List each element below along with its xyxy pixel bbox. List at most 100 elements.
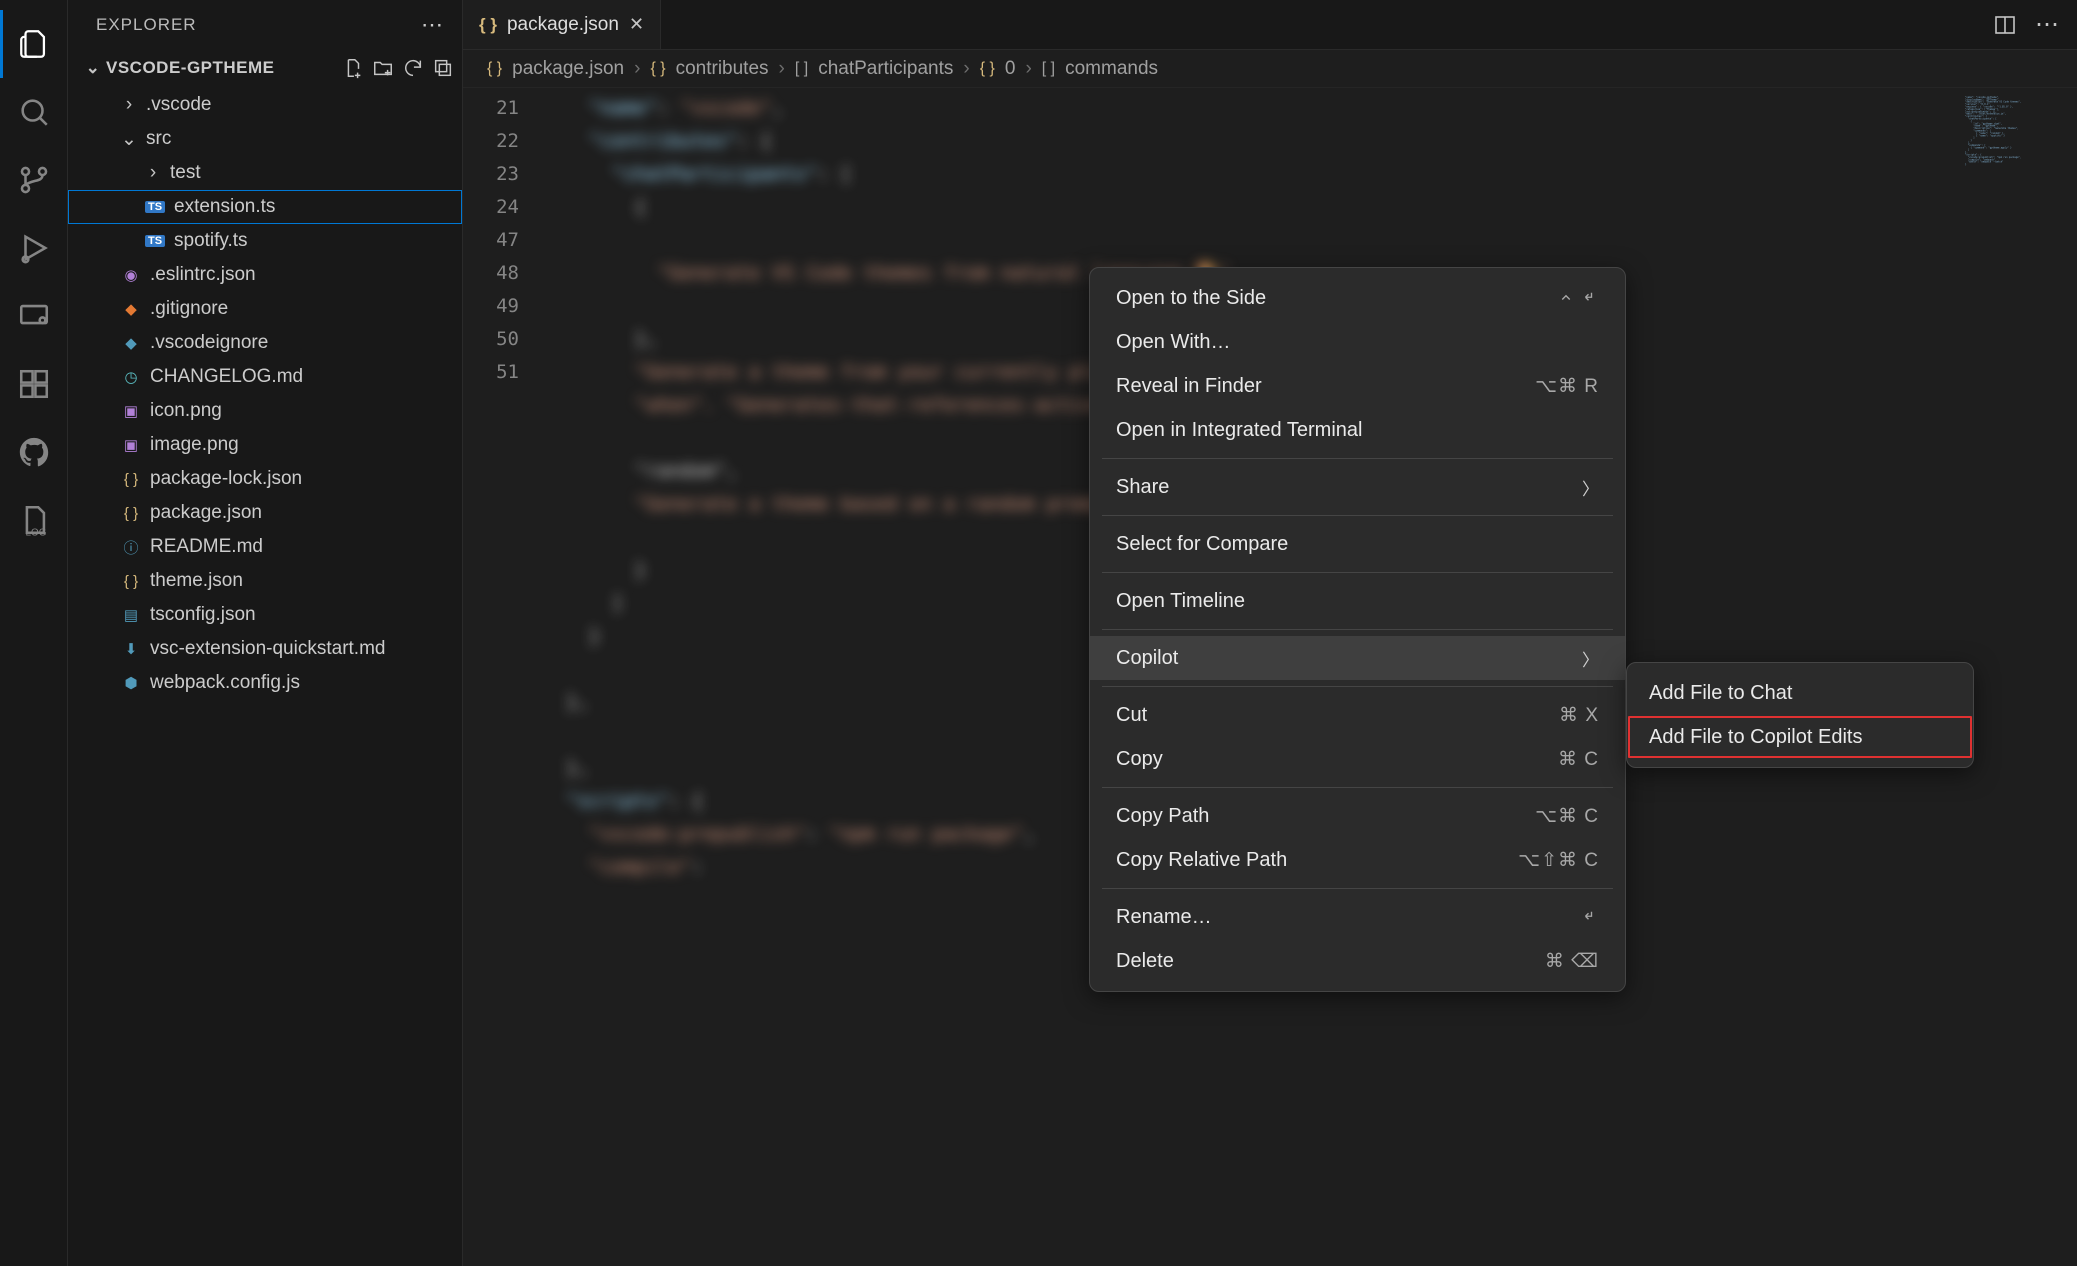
activity-scm[interactable] (0, 146, 68, 214)
ctx-cut[interactable]: Cut ⌘ X (1090, 693, 1625, 737)
ctx-open-side[interactable]: Open to the Side (1090, 276, 1625, 320)
ctx-copilot[interactable]: Copilot 〉 (1090, 636, 1625, 680)
tree-file-pkglock[interactable]: { } package-lock.json (68, 462, 462, 496)
tree-file-quickstart[interactable]: ⬇ vsc-extension-quickstart.md (68, 632, 462, 666)
github-icon (17, 435, 51, 469)
json-icon: { } (479, 15, 497, 35)
branch-icon (17, 163, 51, 197)
ctx-shortcut: ⌥⌘ C (1535, 805, 1599, 828)
ctx-label: Open in Integrated Terminal (1116, 419, 1362, 442)
sub-add-edits[interactable]: Add File to Copilot Edits (1627, 715, 1973, 759)
ctx-label: Open to the Side (1116, 287, 1266, 310)
ctx-timeline[interactable]: Open Timeline (1090, 579, 1625, 623)
tree-folder-test[interactable]: › test (68, 156, 462, 190)
context-menu: Open to the Side Open With… Reveal in Fi… (1089, 267, 1626, 992)
chevron-down-icon: ⌄ (84, 58, 102, 78)
tree-folder-vscode[interactable]: › .vscode (68, 88, 462, 122)
json-icon: { } (120, 471, 142, 488)
separator (1102, 515, 1613, 516)
tree-file-iconpng[interactable]: ▣ icon.png (68, 394, 462, 428)
ctx-rename[interactable]: Rename… (1090, 895, 1625, 939)
line-number: 48 (463, 257, 519, 290)
tree-file-changelog[interactable]: ◷ CHANGELOG.md (68, 360, 462, 394)
eslint-icon: ◉ (120, 266, 142, 284)
tree-label: .vscodeignore (150, 332, 268, 354)
return-icon (1581, 289, 1599, 307)
ctx-terminal[interactable]: Open in Integrated Terminal (1090, 408, 1625, 452)
caret-up-icon (1557, 289, 1575, 307)
new-folder-icon[interactable] (372, 57, 394, 79)
activity-search[interactable] (0, 78, 68, 146)
sub-label: Add File to Copilot Edits (1649, 726, 1862, 749)
activity-explorer[interactable] (0, 10, 68, 78)
ctx-shortcut: ⌘ X (1559, 704, 1599, 727)
breadcrumb[interactable]: { } package.json › { } contributes › [ ]… (463, 50, 2077, 88)
breadcrumb-item[interactable]: commands (1065, 58, 1158, 80)
tree-file-readme[interactable]: ⓘ README.md (68, 530, 462, 564)
ctx-open-with[interactable]: Open With… (1090, 320, 1625, 364)
sidebar-header: EXPLORER ⋯ (68, 0, 462, 50)
braces-icon: { } (650, 60, 665, 78)
line-number: 51 (463, 356, 519, 389)
breadcrumb-item[interactable]: 0 (1005, 58, 1016, 80)
return-icon (1581, 908, 1599, 926)
tree-label: extension.ts (174, 196, 275, 218)
tree-file-spotify[interactable]: TS spotify.ts (68, 224, 462, 258)
line-number: 23 (463, 158, 519, 191)
tree-file-eslintrc[interactable]: ◉ .eslintrc.json (68, 258, 462, 292)
refresh-icon[interactable] (402, 57, 424, 79)
tree-file-imagepng[interactable]: ▣ image.png (68, 428, 462, 462)
tree-file-gitignore[interactable]: ◆ .gitignore (68, 292, 462, 326)
separator (1102, 787, 1613, 788)
close-icon[interactable]: ✕ (629, 14, 644, 35)
ctx-copypath[interactable]: Copy Path ⌥⌘ C (1090, 794, 1625, 838)
tree-file-webpack[interactable]: ⬢ webpack.config.js (68, 666, 462, 700)
tree-label: README.md (150, 536, 263, 558)
ctx-delete[interactable]: Delete ⌘ ⌫ (1090, 939, 1625, 983)
tab-package-json[interactable]: { } package.json ✕ (463, 0, 661, 49)
sidebar-more-icon[interactable]: ⋯ (421, 12, 444, 38)
tree-file-theme[interactable]: { } theme.json (68, 564, 462, 598)
ts-icon: TS (145, 201, 165, 213)
activity-debug[interactable] (0, 214, 68, 282)
remote-icon (17, 299, 51, 333)
breadcrumb-item[interactable]: chatParticipants (818, 58, 953, 80)
tab-label: package.json (507, 14, 619, 36)
activity-remote[interactable] (0, 282, 68, 350)
editor-area: { } package.json ✕ ⋯ { } package.json › … (463, 0, 2077, 1266)
tree-label: image.png (150, 434, 239, 456)
ctx-label: Open With… (1116, 331, 1230, 354)
activity-github[interactable] (0, 418, 68, 486)
breadcrumb-item[interactable]: contributes (676, 58, 769, 80)
separator (1102, 629, 1613, 630)
collapse-icon[interactable] (432, 57, 454, 79)
tree-file-extension[interactable]: TS extension.ts (68, 190, 462, 224)
activity-extensions[interactable] (0, 350, 68, 418)
ctx-copy[interactable]: Copy ⌘ C (1090, 737, 1625, 781)
activity-log[interactable]: LOG (0, 486, 68, 554)
tree-file-tsconfig[interactable]: ▤ tsconfig.json (68, 598, 462, 632)
array-icon: [ ] (1042, 60, 1055, 78)
tree-file-pkg[interactable]: { } package.json (68, 496, 462, 530)
sub-label: Add File to Chat (1649, 682, 1792, 705)
ctx-shortcut: ⌥⌘ R (1535, 375, 1599, 398)
tree-file-vscodeignore[interactable]: ◆ .vscodeignore (68, 326, 462, 360)
ctx-share[interactable]: Share 〉 (1090, 465, 1625, 509)
tree-label: vsc-extension-quickstart.md (150, 638, 385, 660)
separator (1102, 458, 1613, 459)
separator (1102, 572, 1613, 573)
folder-header[interactable]: ⌄ VSCODE-GPTHEME (68, 50, 462, 86)
ctx-compare[interactable]: Select for Compare (1090, 522, 1625, 566)
ctx-copyrelpath[interactable]: Copy Relative Path ⌥⇧⌘ C (1090, 838, 1625, 882)
line-number: 21 (463, 92, 519, 125)
webpack-icon: ⬢ (120, 674, 142, 692)
breadcrumb-item[interactable]: package.json (512, 58, 624, 80)
sub-add-chat[interactable]: Add File to Chat (1627, 671, 1973, 715)
split-editor-icon[interactable] (1993, 13, 2017, 37)
ctx-reveal[interactable]: Reveal in Finder ⌥⌘ R (1090, 364, 1625, 408)
new-file-icon[interactable] (342, 57, 364, 79)
tree-folder-src[interactable]: ⌄ src (68, 122, 462, 156)
editor-more-icon[interactable]: ⋯ (2035, 10, 2059, 39)
tree-label: theme.json (150, 570, 243, 592)
search-icon (17, 95, 51, 129)
